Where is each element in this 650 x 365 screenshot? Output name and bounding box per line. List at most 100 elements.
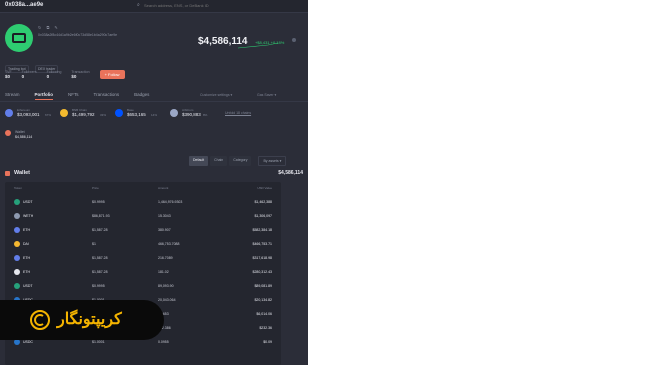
token-amount: 466,753.7088 [158, 242, 180, 246]
follow-button[interactable]: + Follow [99, 70, 125, 79]
gas-saver-dropdown[interactable]: Gas Saver ▾ [257, 93, 276, 97]
token-price: $1 [92, 242, 96, 246]
app-window: 0x038a...ae9e ⌕ ↻ ⧉ ✎ 0x038a2f8c44d1a9b2… [0, 0, 308, 365]
stat-following[interactable]: Following 0 [47, 70, 62, 79]
token-usd-value: $280,312.43 [252, 270, 272, 274]
wallet-icon [5, 130, 11, 136]
token-icon [14, 227, 20, 233]
ethereum-icon [5, 109, 13, 117]
chain-percent: 67% [45, 113, 52, 117]
stat-value: 0 [21, 74, 25, 79]
token-usd-value: $317,618.98 [252, 256, 272, 260]
token-symbol: ETH [23, 228, 30, 232]
token-symbol: DAI [23, 242, 29, 246]
stat-transaction[interactable]: Transaction $0 [71, 70, 89, 79]
search-box[interactable]: ⌕ [134, 2, 302, 9]
stat-followers[interactable]: Followers 0 [22, 70, 37, 79]
token-usd-value: $6,014.06 [256, 312, 272, 316]
token-icon [14, 283, 20, 289]
token-icon [14, 199, 20, 205]
search-icon: ⌕ [137, 2, 140, 8]
stats-row: TVF $0 Followers 0 Following 0 Transaction $… [5, 70, 125, 79]
token-price: $0.9995 [92, 284, 105, 288]
bnb-icon [60, 109, 68, 117]
base-icon [115, 109, 123, 117]
tab-stream[interactable]: Stream [5, 92, 20, 100]
token-icon [14, 255, 20, 261]
table-row[interactable]: ETH $1,587.28 216.7089 $317,618.98 [5, 252, 281, 266]
wallet-header: Wallet $4,586,114 [5, 170, 303, 178]
full-address[interactable]: 0x038a2f8c44d1a9b2e6f0c73d58e1b4a290c7ae… [38, 33, 117, 37]
token-icon [14, 241, 20, 247]
token-symbol: ETH [23, 270, 30, 274]
filter-chain[interactable]: Chain [210, 156, 228, 166]
chart-toggle-icon[interactable] [291, 37, 296, 42]
tab-transactions[interactable]: Transactions [94, 92, 120, 100]
token-symbol: WETH [23, 214, 34, 218]
watermark-banner: کریپتونگار [0, 300, 164, 340]
token-amount: 15.3043 [158, 214, 171, 218]
watermark-text: کریپتونگار [57, 311, 122, 328]
table-row[interactable]: USDT $0.9995 1,464,976.9303 $1,462,388 [5, 196, 281, 210]
token-amount: 0.0955 [158, 340, 169, 344]
net-worth-sparkline [238, 42, 278, 49]
token-usd-value: $582,384.18 [252, 228, 272, 232]
col-usd-value: USD Value [257, 186, 272, 190]
tab-nfts[interactable]: NFTs [68, 92, 79, 100]
token-price: $1,587.28 [92, 256, 108, 260]
tab-badges[interactable]: Badges [134, 92, 149, 100]
filter-category[interactable]: Category [229, 156, 252, 166]
stat-value: 0 [46, 74, 50, 79]
token-amount: 1,464,976.9303 [158, 200, 183, 204]
token-usd-value: $232.36 [259, 326, 272, 330]
coin-logo-icon [30, 310, 50, 330]
customize-settings-dropdown[interactable]: Customize settings ▾ [200, 93, 232, 97]
wallet-chip-name: Wallet [15, 130, 25, 134]
token-amount: 181.02 [158, 270, 169, 274]
table-row[interactable]: ETH $1,587.28 181.02 $280,312.43 [5, 266, 281, 280]
token-amount: 216.7089 [158, 256, 173, 260]
stat-tvf[interactable]: TVF $0 [5, 70, 12, 79]
sort-select[interactable]: By assets ▾ [258, 156, 287, 166]
token-usd-value: $1,462,388 [254, 200, 272, 204]
token-symbol: ETH [23, 256, 30, 260]
chain-value: $3,093,001 [17, 112, 40, 117]
token-usd-value: $1,306,097 [254, 214, 272, 218]
divider [0, 101, 308, 102]
chain-value: $390,883 [182, 112, 201, 117]
token-symbol: USDT [23, 200, 33, 204]
top-bar: 0x038a...ae9e ⌕ [0, 0, 308, 13]
unfold-chains-link[interactable]: Unfold 18 chains [225, 111, 251, 115]
token-price: $1.0001 [92, 340, 105, 344]
table-row[interactable]: ETH $1,587.28 380.907 $582,384.18 [5, 224, 281, 238]
col-token: Token [14, 186, 23, 190]
profile-action-icons[interactable]: ↻ ⧉ ✎ [38, 25, 60, 30]
chain-value: $653,165 [127, 112, 146, 117]
col-amount: Amount [158, 186, 169, 190]
wallet-title: Wallet [14, 170, 30, 176]
token-icon [14, 213, 20, 219]
chain-value: $1,499,792 [72, 112, 95, 117]
stat-value: $0 [5, 74, 11, 79]
wallet-total: $4,586,114 [278, 170, 303, 176]
token-usd-value: $466,753.71 [252, 242, 272, 246]
token-usd-value: $89,081.89 [254, 284, 272, 288]
table-row[interactable]: WETH $86,871.93 15.3043 $1,306,097 [5, 210, 281, 224]
chain-percent: 14% [151, 113, 158, 117]
stat-value: $0 [71, 74, 77, 79]
token-price: $1,587.28 [92, 270, 108, 274]
col-price: Price [92, 186, 99, 190]
wallet-chip-value: $4,586,114 [15, 135, 33, 139]
avatar-mark [12, 33, 26, 43]
search-input[interactable] [144, 2, 294, 9]
token-symbol: USDC [23, 340, 33, 344]
token-price: $86,871.93 [92, 214, 110, 218]
tab-portfolio[interactable]: Portfolio [34, 92, 54, 100]
header-address[interactable]: 0x038a...ae9e [5, 2, 43, 8]
chain-percent: 8% [203, 113, 208, 117]
table-row[interactable]: DAI $1 466,753.7088 $466,753.71 [5, 238, 281, 252]
tab-bar: Stream Portfolio NFTs Transactions Badge… [5, 92, 164, 100]
token-icon [14, 269, 20, 275]
filter-default[interactable]: Default [189, 156, 209, 166]
table-row[interactable]: USDT $0.9995 89,093.90 $89,081.89 [5, 280, 281, 294]
